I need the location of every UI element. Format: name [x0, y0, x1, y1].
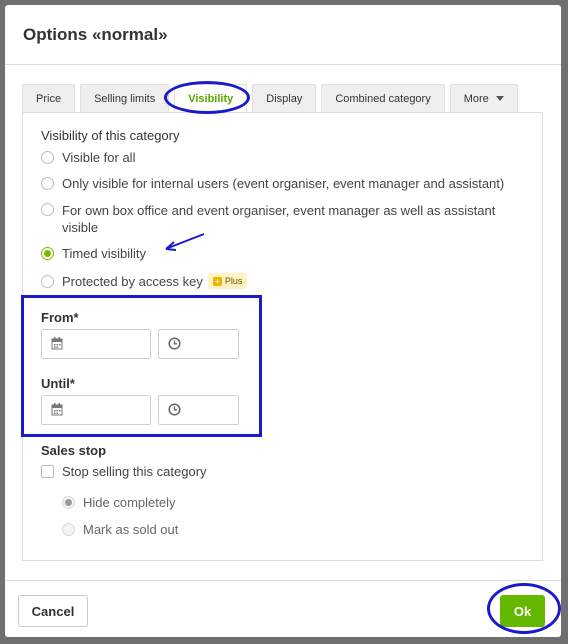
option-visible-for-all[interactable]: Visible for all — [41, 150, 135, 165]
radio-button-disabled[interactable] — [62, 496, 75, 509]
tab-visibility[interactable]: Visibility — [174, 84, 248, 112]
until-date-input[interactable] — [41, 395, 151, 425]
option-timed-visibility[interactable]: Timed visibility — [41, 246, 146, 261]
radio-button-disabled[interactable] — [62, 523, 75, 536]
option-hide-completely[interactable]: Hide completely — [62, 495, 176, 510]
until-time-input[interactable] — [158, 395, 239, 425]
plus-badge: + Plus — [207, 273, 248, 289]
tab-more[interactable]: More — [449, 84, 518, 112]
from-label: From* — [41, 310, 79, 325]
option-label: Protected by access key — [62, 273, 203, 289]
badge-label: Plus — [224, 276, 243, 286]
from-time-input[interactable] — [158, 329, 239, 359]
until-label: Until* — [41, 376, 75, 391]
tab-label: Combined category — [335, 92, 431, 105]
tab-label: Display — [266, 92, 303, 105]
option-mark-sold-out[interactable]: Mark as sold out — [62, 522, 178, 537]
tab-selling-limits[interactable]: Selling limits — [80, 84, 170, 112]
calendar-icon — [51, 403, 63, 416]
tab-label: Selling limits — [94, 92, 156, 105]
option-label: Timed visibility — [62, 246, 147, 261]
dialog-header: Options «normal» — [5, 5, 561, 65]
plus-icon: + — [212, 276, 222, 286]
radio-button[interactable] — [41, 151, 54, 164]
option-internal-users[interactable]: Only visible for internal users (event o… — [41, 176, 504, 191]
radio-button-checked[interactable] — [41, 247, 54, 260]
cancel-button[interactable]: Cancel — [18, 595, 88, 627]
stop-selling-option[interactable]: Stop selling this category — [41, 464, 207, 479]
option-label: Mark as sold out — [83, 522, 179, 537]
checkbox-label: Stop selling this category — [62, 464, 207, 479]
option-label: Only visible for internal users (event o… — [62, 176, 505, 191]
option-label: Hide completely — [83, 495, 176, 510]
tab-label: Visibility — [188, 92, 234, 105]
sales-stop-heading: Sales stop — [41, 443, 107, 458]
option-box-office[interactable]: For own box office and event organiser, … — [41, 202, 511, 236]
caret-down-icon — [495, 96, 504, 101]
dialog-title: Options «normal» — [23, 24, 168, 44]
radio-button[interactable] — [41, 274, 54, 288]
visibility-heading: Visibility of this category — [41, 128, 180, 143]
from-date-input[interactable] — [41, 329, 151, 359]
visibility-panel: Visibility of this category Visible for … — [22, 112, 543, 561]
annotation-arrow-icon — [165, 233, 205, 251]
calendar-icon — [51, 337, 63, 350]
tab-label: Price — [36, 92, 62, 105]
clock-icon — [168, 337, 181, 350]
dialog-footer: Cancel Ok — [5, 580, 561, 637]
ok-button[interactable]: Ok — [500, 595, 545, 627]
tab-display[interactable]: Display — [252, 84, 317, 112]
radio-button[interactable] — [41, 203, 54, 216]
tab-bar: Price Selling limits Visibility Display … — [22, 84, 518, 112]
option-access-key[interactable]: Protected by access key + Plus — [41, 273, 248, 289]
tab-price[interactable]: Price — [22, 84, 76, 112]
clock-icon — [168, 403, 181, 416]
option-label: Visible for all — [62, 150, 136, 165]
stop-selling-checkbox[interactable] — [41, 465, 54, 478]
tab-label: More — [463, 92, 489, 105]
radio-button[interactable] — [41, 177, 54, 190]
options-dialog: Options «normal» Price Selling limits Vi… — [5, 5, 561, 637]
tab-combined-category[interactable]: Combined category — [321, 84, 445, 112]
option-label: For own box office and event organiser, … — [62, 203, 496, 235]
